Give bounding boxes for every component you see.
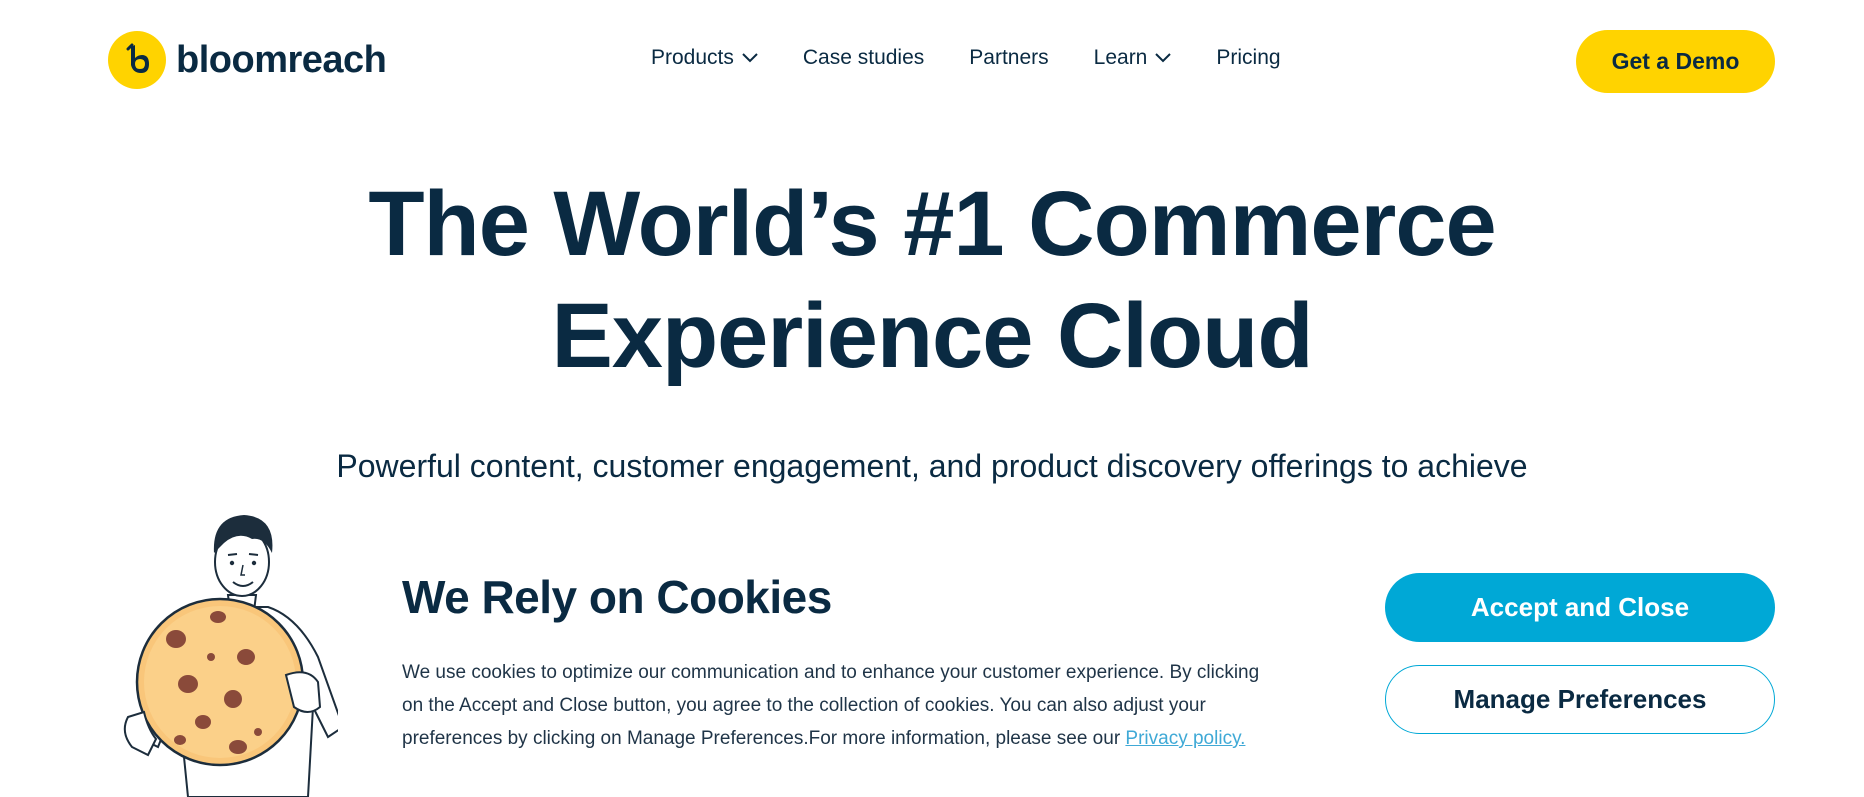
manage-preferences-button[interactable]: Manage Preferences: [1385, 665, 1775, 734]
cookie-banner-text: We use cookies to optimize our communica…: [402, 656, 1262, 755]
bloomreach-logo-icon: [108, 31, 166, 89]
nav-products[interactable]: Products: [651, 46, 758, 70]
nav-case-studies[interactable]: Case studies: [803, 46, 924, 70]
hero-title: The World’s #1 Commerce Experience Cloud: [0, 168, 1864, 392]
nav-products-label: Products: [651, 46, 734, 69]
nav-learn[interactable]: Learn: [1094, 46, 1172, 70]
nav-partners[interactable]: Partners: [969, 46, 1048, 70]
man-holding-cookie-illustration: [123, 515, 338, 797]
main-nav: Products Case studies Partners Learn Pri…: [651, 46, 1281, 70]
nav-pricing-label: Pricing: [1216, 46, 1281, 69]
privacy-policy-link[interactable]: Privacy policy.: [1125, 728, 1245, 749]
chevron-down-icon: [1155, 53, 1172, 63]
site-header: bloomreach Products Case studies Partner…: [0, 0, 1864, 120]
brand-name: bloomreach: [176, 38, 387, 81]
nav-learn-label: Learn: [1093, 46, 1148, 69]
cookie-banner-title: We Rely on Cookies: [402, 571, 832, 623]
brand-logo[interactable]: bloomreach: [108, 31, 387, 89]
accept-and-close-button[interactable]: Accept and Close: [1385, 573, 1775, 642]
hero-title-line-1: The World’s #1 Commerce: [368, 173, 1496, 275]
get-demo-button[interactable]: Get a Demo: [1576, 30, 1775, 93]
hero-subtitle: Powerful content, customer engagement, a…: [336, 448, 1528, 484]
nav-pricing[interactable]: Pricing: [1216, 46, 1280, 70]
nav-case-studies-label: Case studies: [802, 46, 925, 69]
chevron-down-icon: [742, 53, 758, 63]
hero-title-line-2: Experience Cloud: [551, 285, 1313, 387]
nav-partners-label: Partners: [969, 46, 1049, 69]
